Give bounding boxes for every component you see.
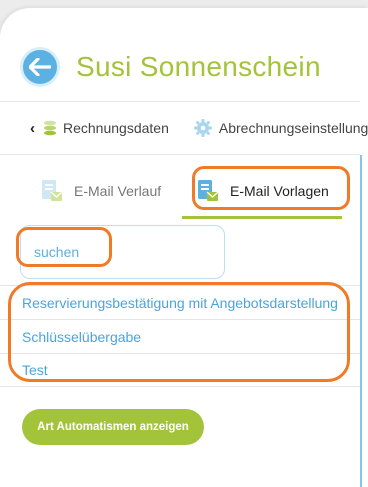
nav-item-abrechnungseinstellungen[interactable]: Abrechnungseinstellungen [193,118,368,138]
divider [0,101,360,102]
show-automations-button[interactable]: Art Automatismen anzeigen [22,409,204,445]
template-list: Reservierungsbestätigung mit Angebotsdar… [0,285,360,387]
list-item[interactable]: Schlüsselübergabe [0,319,360,353]
tab-email-verlauf[interactable]: E-Mail Verlauf [40,164,161,218]
nav-item-label: Abrechnungseinstellungen [218,120,368,136]
search-input[interactable] [20,225,225,279]
page-title: Susi Sonnenschein [76,51,321,82]
chevron-left-icon[interactable]: ‹ [30,120,35,137]
gear-icon [193,119,212,137]
tab-label: E-Mail Verlauf [74,183,162,199]
email-template-icon [198,180,219,201]
tab-label: E-Mail Vorlagen [230,183,329,199]
back-button[interactable] [20,47,60,87]
nav-item-rechnungsdaten[interactable]: Rechnungsdaten [43,120,169,136]
list-item[interactable]: Test [0,353,360,387]
page-header: Susi Sonnenschein [20,42,321,92]
arrow-left-icon [29,58,51,76]
email-tabs: E-Mail Verlauf E-Mail Vorlagen [0,164,360,220]
active-tab-indicator [182,216,342,219]
content-divider [360,155,362,487]
divider [0,154,360,155]
tab-email-vorlagen[interactable]: E-Mail Vorlagen [182,164,342,218]
email-document-icon [42,180,63,201]
nav-item-label: Rechnungsdaten [63,120,169,136]
coins-icon [44,120,56,136]
list-item[interactable]: Reservierungsbestätigung mit Angebotsdar… [0,285,360,319]
section-nav: ‹ Rechnungsdaten Abrechnungseinstellunge [0,104,368,152]
